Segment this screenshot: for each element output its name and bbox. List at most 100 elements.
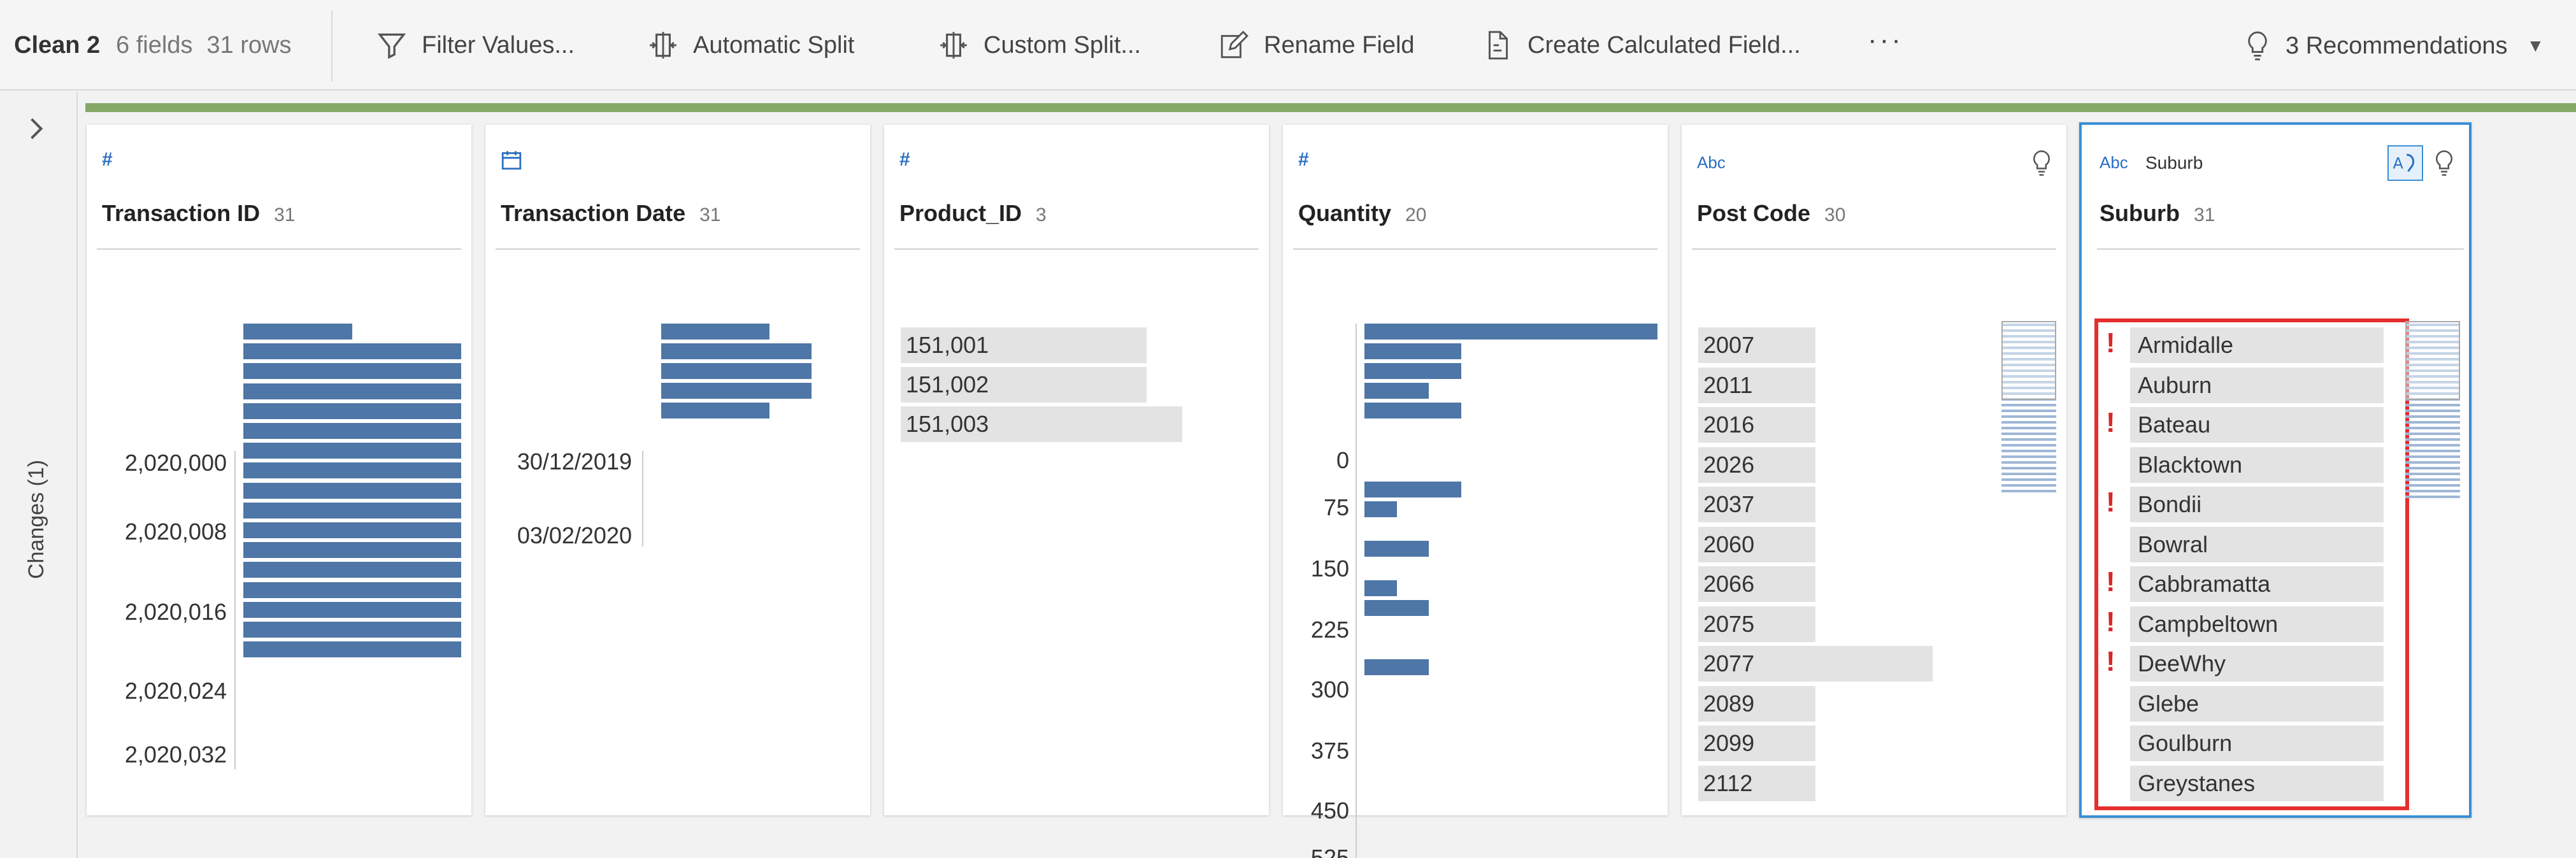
- histogram-bar[interactable]: [1364, 482, 1461, 497]
- scroll-tick: [2001, 410, 2056, 412]
- histogram-bar[interactable]: [661, 324, 770, 340]
- axis-tick-label: 2,020,000: [124, 450, 227, 476]
- profile-quality-bar: [85, 103, 2576, 112]
- axis-tick-label: 0: [1336, 447, 1349, 473]
- histogram-bar[interactable]: [243, 542, 461, 559]
- histogram-bar[interactable]: [661, 403, 770, 418]
- histogram-bar[interactable]: [1364, 383, 1429, 399]
- value-row[interactable]: 151,003: [901, 406, 1183, 442]
- value-row[interactable]: 2016: [1698, 407, 1815, 443]
- histogram-bar[interactable]: [1364, 600, 1429, 616]
- histogram-bar[interactable]: [661, 343, 812, 359]
- axis-tick-label: 30/12/2019: [517, 448, 632, 475]
- profile-card-suburb[interactable]: Abc Suburb A Suburb 31 ! Armidalle Auburn! B…: [2079, 122, 2472, 818]
- histogram-bar[interactable]: [243, 562, 461, 578]
- histogram-bar[interactable]: [243, 601, 461, 618]
- hash-icon: #: [1298, 149, 1309, 170]
- value-row[interactable]: 2037: [1698, 487, 1815, 522]
- distinct-count: 31: [274, 204, 296, 225]
- histogram-bar[interactable]: [243, 343, 461, 360]
- more-options-button[interactable]: ···: [1868, 24, 1903, 56]
- histogram-bar[interactable]: [1364, 501, 1397, 517]
- field-name[interactable]: Product_ID 3: [899, 200, 1047, 227]
- field-name[interactable]: Transaction Date 31: [501, 200, 720, 227]
- step-title[interactable]: Clean 2: [14, 32, 100, 59]
- value-row[interactable]: 2060: [1698, 526, 1815, 562]
- lightbulb-icon: [2248, 31, 2267, 61]
- scroll-tick: [2405, 427, 2460, 429]
- histogram-bar[interactable]: [243, 403, 461, 419]
- histogram-bar[interactable]: [1364, 324, 1657, 340]
- axis-tick-label: 225: [1310, 617, 1349, 643]
- data-role-icon[interactable]: A: [2387, 145, 2423, 181]
- histogram-bar[interactable]: [243, 462, 461, 479]
- value-row[interactable]: 2011: [1698, 367, 1815, 403]
- histogram-bar[interactable]: [243, 443, 461, 459]
- scroll-thumb[interactable]: [2001, 321, 2056, 400]
- field-name[interactable]: Post Code 30: [1697, 200, 1845, 227]
- value-row[interactable]: 151,001: [901, 327, 1147, 363]
- histogram-bar[interactable]: [243, 622, 461, 638]
- histogram-bar[interactable]: [243, 423, 461, 439]
- distinct-count: 30: [1824, 204, 1846, 225]
- filter-values-button[interactable]: Filter Values...: [376, 24, 575, 66]
- histogram-bar[interactable]: [243, 582, 461, 598]
- automatic-split-label: Automatic Split: [693, 31, 855, 59]
- histogram-bar[interactable]: [1364, 580, 1397, 596]
- automatic-split-button[interactable]: Automatic Split: [647, 24, 854, 66]
- histogram-bar[interactable]: [243, 641, 461, 658]
- histogram-bar[interactable]: [243, 482, 461, 499]
- histogram-bar[interactable]: [243, 324, 352, 340]
- histogram-bar[interactable]: [243, 363, 461, 380]
- svg-text:A: A: [2393, 155, 2404, 173]
- scroll-tick: [2001, 444, 2056, 447]
- histogram-bar[interactable]: [243, 522, 461, 538]
- histogram-bar[interactable]: [1364, 363, 1461, 379]
- profile-card-transaction-date[interactable]: Transaction Date 31 30/12/2019 03/02/2020: [485, 125, 870, 815]
- histogram-bar[interactable]: [661, 363, 812, 379]
- scroll-overview[interactable]: [2001, 321, 2056, 496]
- scroll-tick: [2001, 478, 2056, 481]
- histogram-bar[interactable]: [1364, 403, 1461, 418]
- value-row[interactable]: 2112: [1698, 765, 1815, 801]
- value-row[interactable]: 2099: [1698, 726, 1815, 761]
- value-row[interactable]: 2077: [1698, 646, 1933, 682]
- field-name[interactable]: Quantity 20: [1298, 200, 1426, 227]
- profile-card-post-code[interactable]: Abc Post Code 30 2007 2011 2016 2026 2037 2060…: [1682, 125, 2066, 815]
- histogram-bar[interactable]: [661, 383, 812, 399]
- value-row[interactable]: 2075: [1698, 606, 1815, 642]
- histogram-bar[interactable]: [1364, 659, 1429, 675]
- profile-card-quantity[interactable]: # Quantity 20 0 75 150 225 300 375 450 525: [1283, 125, 1668, 858]
- field-name[interactable]: Suburb 31: [2100, 200, 2215, 227]
- value-row[interactable]: 151,002: [901, 367, 1147, 403]
- profile-card-product-id[interactable]: # Product_ID 3 151,001 151,002 151,003: [884, 125, 1269, 815]
- chevron-right-icon[interactable]: [27, 116, 46, 141]
- scroll-tick: [2405, 410, 2460, 412]
- axis-tick-label: 2,020,032: [124, 741, 227, 768]
- field-name-label: Post Code: [1697, 200, 1811, 226]
- recommendations-dropdown[interactable]: 3 Recommendations ▼: [2243, 27, 2544, 65]
- rename-field-button[interactable]: Rename Field: [1218, 24, 1415, 66]
- scroll-overview[interactable]: [2405, 321, 2460, 501]
- value-row[interactable]: 2089: [1698, 685, 1815, 722]
- histogram-bar[interactable]: [243, 502, 461, 518]
- scroll-thumb[interactable]: [2405, 321, 2460, 400]
- lightbulb-icon[interactable]: [2031, 149, 2052, 177]
- field-name[interactable]: Transaction ID 31: [102, 200, 295, 227]
- profile-card-transaction-id[interactable]: # Transaction ID 31 2,020,000 2,020,008 2,0…: [87, 125, 471, 815]
- histogram-bar[interactable]: [1364, 541, 1429, 557]
- value-row[interactable]: 2026: [1698, 447, 1815, 483]
- scroll-tick: [2405, 438, 2460, 441]
- histogram-bar[interactable]: [1364, 343, 1461, 359]
- value-row[interactable]: 2007: [1698, 327, 1815, 363]
- split-icon: [650, 32, 676, 59]
- changes-toggle[interactable]: Changes (1): [24, 426, 50, 579]
- value-row[interactable]: 2066: [1698, 566, 1815, 602]
- scroll-tick: [2405, 496, 2460, 498]
- step-stats: 6 fields 31 rows: [116, 32, 291, 59]
- create-calculated-field-button[interactable]: Create Calculated Field...: [1482, 24, 1801, 66]
- histogram-bar[interactable]: [243, 383, 461, 399]
- calendar-icon: [501, 149, 522, 176]
- lightbulb-icon[interactable]: [2433, 149, 2455, 177]
- custom-split-button[interactable]: Custom Split...: [938, 24, 1141, 66]
